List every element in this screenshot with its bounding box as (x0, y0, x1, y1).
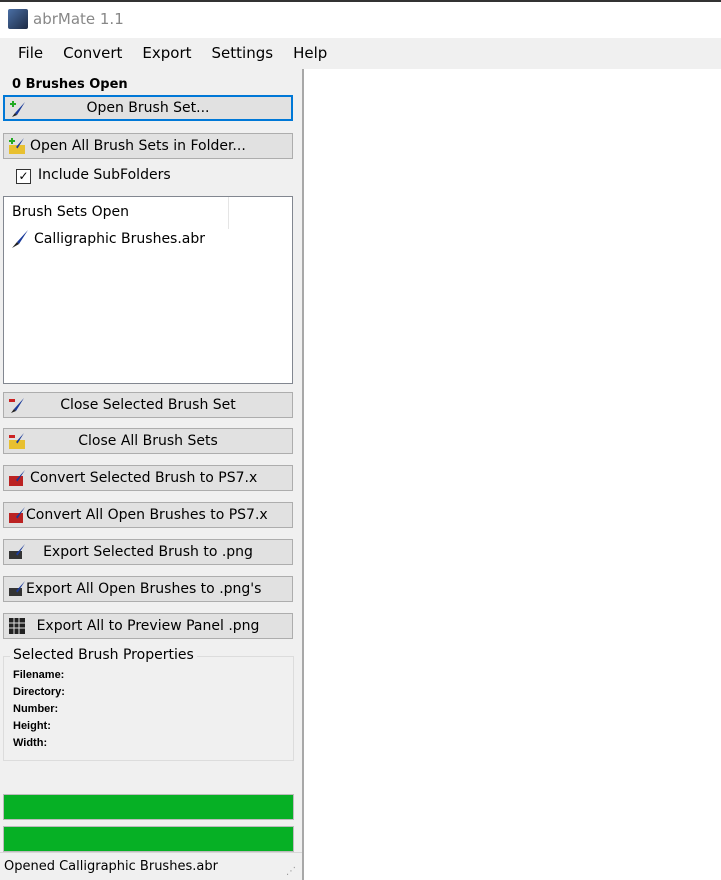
status-bar: Opened Calligraphic Brushes.abr ⋰ (0, 852, 302, 880)
menu-help[interactable]: Help (283, 38, 337, 69)
convert-icon (9, 470, 25, 486)
convert-selected-label: Convert Selected Brush to PS7.x (30, 470, 258, 486)
open-brush-set-label: Open Brush Set... (86, 100, 210, 116)
close-all-label: Close All Brush Sets (78, 433, 218, 449)
progress-bar-1 (3, 794, 294, 820)
open-brush-set-button[interactable]: Open Brush Set... (3, 95, 293, 121)
brush-add-icon (10, 101, 25, 117)
brush-icon (12, 230, 28, 248)
brush-remove-icon (9, 398, 24, 413)
menu-export[interactable]: Export (132, 38, 201, 69)
export-all-label: Export All Open Brushes to .png's (26, 581, 262, 597)
brush-sets-list[interactable]: Brush Sets Open Calligraphic Brushes.abr (3, 196, 293, 384)
export-all-png-icon (9, 581, 25, 596)
column-divider[interactable] (228, 197, 229, 229)
left-panel: 0 Brushes Open Open Brush Set... Open Al… (0, 69, 304, 880)
export-selected-label: Export Selected Brush to .png (43, 544, 253, 560)
close-selected-button[interactable]: Close Selected Brush Set (3, 392, 293, 418)
menu-settings[interactable]: Settings (202, 38, 284, 69)
selected-brush-properties: Selected Brush Properties Filename: Dire… (3, 647, 294, 761)
title-bar: abrMate 1.1 (0, 2, 721, 38)
folder-remove-icon (9, 433, 25, 449)
folder-brush-icon (9, 138, 25, 154)
width-label: Width: (13, 737, 48, 749)
export-selected-button[interactable]: Export Selected Brush to .png (3, 539, 293, 565)
resize-grip-icon[interactable]: ⋰ (286, 866, 296, 877)
open-all-folder-button[interactable]: Open All Brush Sets in Folder... (3, 133, 293, 159)
app-icon (8, 9, 28, 29)
number-label: Number: (13, 703, 59, 715)
brushes-open-count: 0 Brushes Open (12, 77, 128, 92)
list-item-label: Calligraphic Brushes.abr (34, 231, 206, 247)
convert-all-icon (9, 507, 25, 523)
window-title: abrMate 1.1 (33, 10, 124, 28)
progress-bar-2 (3, 826, 294, 852)
close-selected-label: Close Selected Brush Set (60, 397, 236, 413)
filename-label: Filename: (13, 669, 65, 681)
height-label: Height: (13, 720, 51, 732)
export-png-icon (9, 544, 25, 559)
menu-file[interactable]: File (8, 38, 53, 69)
include-subfolders-checkbox[interactable]: ✓ (16, 169, 31, 184)
convert-all-label: Convert All Open Brushes to PS7.x (26, 507, 268, 523)
close-all-button[interactable]: Close All Brush Sets (3, 428, 293, 454)
convert-all-button[interactable]: Convert All Open Brushes to PS7.x (3, 502, 293, 528)
convert-selected-button[interactable]: Convert Selected Brush to PS7.x (3, 465, 293, 491)
list-column-header[interactable]: Brush Sets Open (12, 204, 129, 220)
include-subfolders-label: Include SubFolders (38, 167, 171, 183)
menu-bar: File Convert Export Settings Help (0, 38, 721, 69)
properties-title: Selected Brush Properties (10, 647, 197, 663)
open-all-folder-label: Open All Brush Sets in Folder... (30, 138, 246, 154)
export-all-button[interactable]: Export All Open Brushes to .png's (3, 576, 293, 602)
progress-fill-1 (4, 795, 293, 819)
progress-fill-2 (4, 827, 293, 851)
export-preview-button[interactable]: Export All to Preview Panel .png (3, 613, 293, 639)
directory-label: Directory: (13, 686, 65, 698)
grid-preview-icon (9, 618, 25, 634)
export-preview-label: Export All to Preview Panel .png (36, 618, 260, 634)
list-item[interactable]: Calligraphic Brushes.abr (10, 229, 205, 249)
status-text: Opened Calligraphic Brushes.abr (4, 859, 218, 874)
menu-convert[interactable]: Convert (53, 38, 132, 69)
